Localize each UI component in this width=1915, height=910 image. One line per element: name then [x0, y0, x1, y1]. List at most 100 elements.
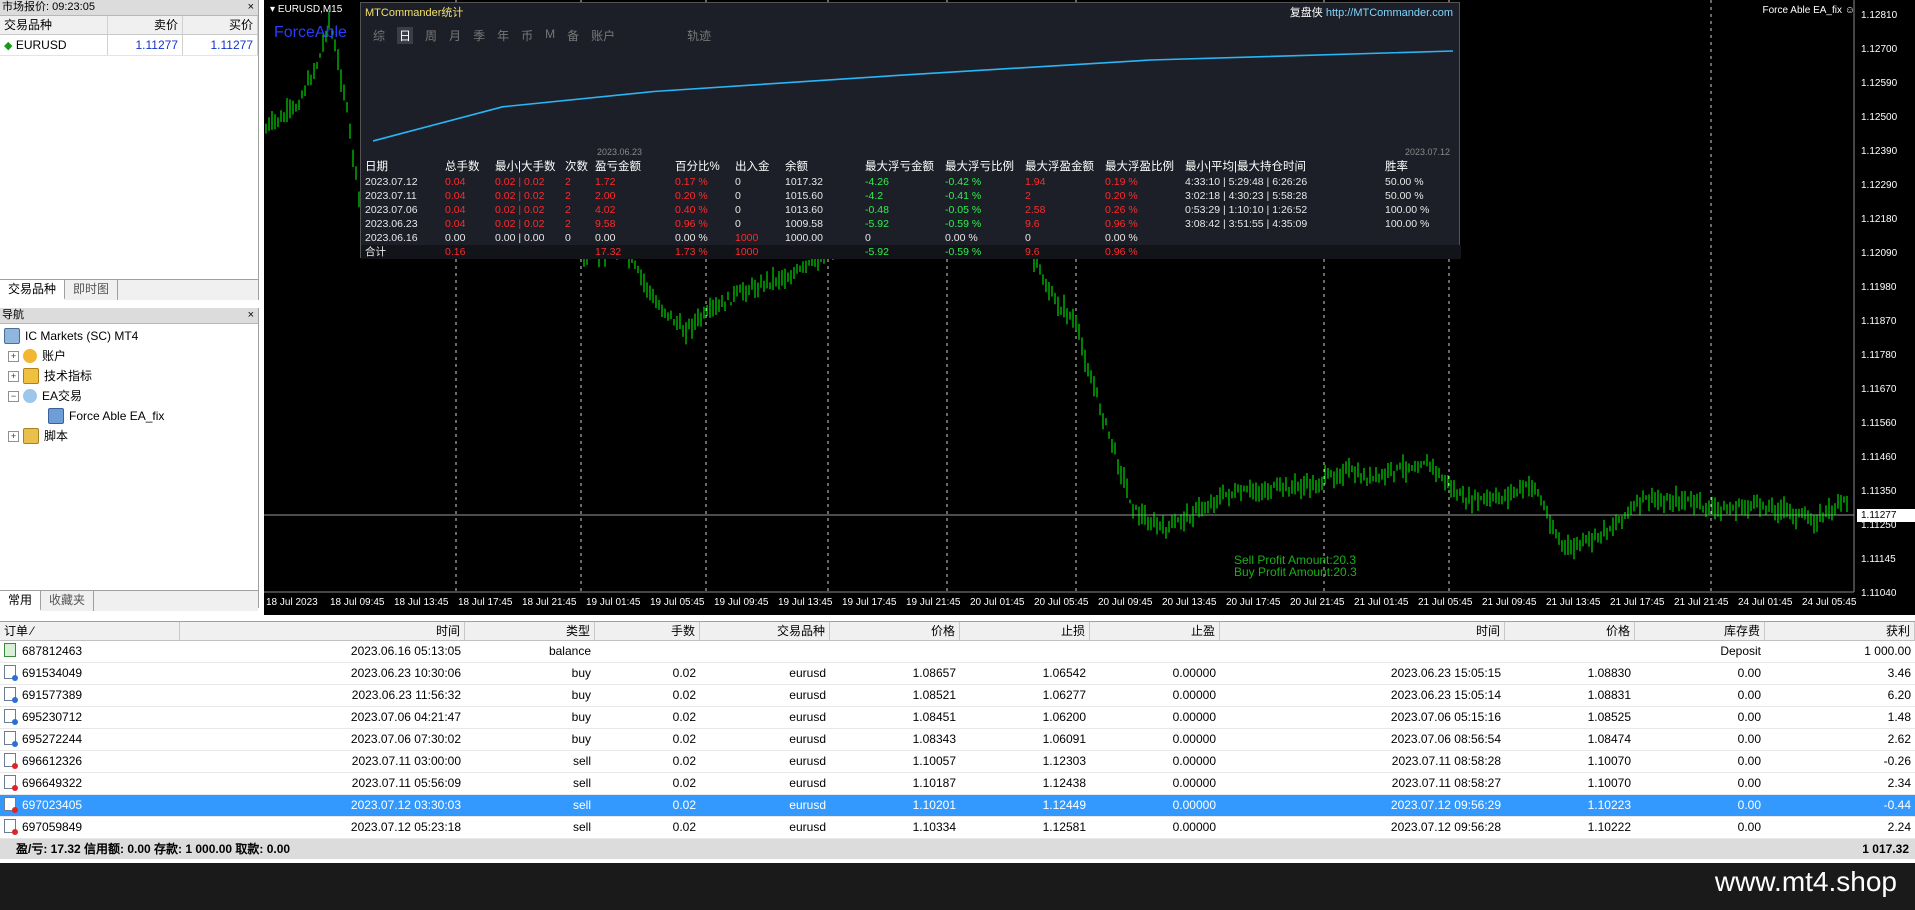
- tree-root-broker[interactable]: IC Markets (SC) MT4: [0, 326, 258, 346]
- period-tab[interactable]: 综: [373, 27, 385, 44]
- history-col-header[interactable]: 交易品种: [700, 622, 830, 640]
- history-col-header[interactable]: 时间: [180, 622, 465, 640]
- stats-cell: -5.92: [865, 246, 889, 258]
- period-tabs: 综日周月季年币 M 备账户 轨迹: [373, 27, 711, 44]
- table-row[interactable]: 697023405 2023.07.12 03:30:03 sell 0.02 euru…: [0, 795, 1915, 817]
- table-row[interactable]: 697059849 2023.07.12 05:23:18 sell 0.02 euru…: [0, 817, 1915, 839]
- equity-line: [373, 50, 1453, 142]
- tree-item-accounts[interactable]: + 账户: [0, 346, 258, 366]
- table-row[interactable]: 696612326 2023.07.11 03:00:00 sell 0.02 euru…: [0, 751, 1915, 773]
- table-row[interactable]: 695230712 2023.07.06 04:21:47 buy 0.02 eurus…: [0, 707, 1915, 729]
- stats-cell: 2: [565, 204, 571, 216]
- expand-icon[interactable]: +: [8, 430, 19, 442]
- tab-common[interactable]: 常用: [0, 591, 42, 611]
- stats-cell: 2023.07.11: [365, 190, 417, 202]
- stats-cell: 0: [735, 218, 741, 230]
- cell-sl: 1.06200: [1042, 710, 1086, 724]
- expand-icon[interactable]: +: [8, 370, 19, 382]
- link-url: http://MTCommander.com: [1325, 7, 1453, 19]
- stats-cell: 0.40 %: [675, 204, 708, 216]
- period-tab[interactable]: 季: [473, 27, 485, 44]
- cell-symbol: [700, 641, 830, 662]
- expand-icon[interactable]: +: [8, 350, 19, 362]
- time-label: 21 Jul 21:45: [1674, 597, 1729, 608]
- cell-price: 1.10334: [912, 820, 956, 834]
- mtcommander-link[interactable]: 复盘侠 http://MTCommander.com: [1290, 3, 1453, 23]
- period-tab[interactable]: 轨迹: [687, 27, 711, 44]
- tree-item-scripts[interactable]: + 脚本: [0, 426, 258, 446]
- expert-icon: [23, 389, 37, 403]
- table-row[interactable]: 691577389 2023.06.23 11:56:32 buy 0.02 eurus…: [0, 685, 1915, 707]
- stats-cell: 1.73 %: [675, 246, 708, 258]
- stats-cell: 4.02: [595, 204, 616, 216]
- history-col-header[interactable]: 止盈: [1090, 622, 1220, 640]
- price-level: 1.11460: [1861, 452, 1897, 463]
- period-tab[interactable]: 周: [425, 27, 437, 44]
- history-col-header[interactable]: 类型: [465, 622, 595, 640]
- cell-id: 687812463: [0, 641, 180, 662]
- history-col-header[interactable]: 价格: [830, 622, 960, 640]
- period-tab[interactable]: 月: [449, 27, 461, 44]
- order-sell-icon: [4, 819, 18, 835]
- history-col-header[interactable]: 手数: [595, 622, 700, 640]
- history-col-header[interactable]: 订单 ⁄: [0, 622, 180, 640]
- indicator-icon: [23, 368, 39, 384]
- cell-time: 2023.07.12 03:30:03: [350, 798, 461, 812]
- collapse-icon[interactable]: −: [8, 390, 19, 402]
- stats-cell: 0.00 | 0.00: [495, 232, 545, 244]
- cell-id: 691577389: [0, 685, 180, 706]
- table-row[interactable]: 687812463 2023.06.16 05:13:05 balance Depos…: [0, 641, 1915, 663]
- cell-profit: 2.24: [1887, 820, 1911, 834]
- cell-swap: 0.00: [1737, 666, 1761, 680]
- tree-item-indicators[interactable]: + 技术指标: [0, 366, 258, 386]
- cell-ctime: 2023.07.11 08:58:27: [1391, 776, 1501, 790]
- cell-symbol: eurusd: [789, 798, 826, 812]
- cell-tp: 0.00000: [1172, 798, 1216, 812]
- stats-cell: 2: [1025, 190, 1031, 202]
- order-buy-icon: [4, 709, 18, 725]
- tab-tick-chart[interactable]: 即时图: [65, 280, 119, 300]
- time-label: 21 Jul 17:45: [1610, 597, 1665, 608]
- tree-item-ea[interactable]: Force Able EA_fix: [0, 406, 258, 426]
- stats-cell: 4:33:10 | 5:29:48 | 6:26:26: [1185, 176, 1308, 188]
- stats-total-row: 合计 0.16 17.32 1.73 % 1000 -5.92 -0.59 % 9.6 0.96…: [361, 245, 1461, 259]
- col-bid[interactable]: 卖价: [108, 16, 183, 34]
- period-tab[interactable]: 账户: [591, 27, 615, 44]
- stats-cell: 3:02:18 | 4:30:23 | 5:58:28: [1185, 190, 1308, 202]
- history-col-header[interactable]: 价格: [1505, 622, 1635, 640]
- stats-cell: 3:08:42 | 3:51:55 | 4:35:09: [1185, 218, 1308, 230]
- period-tab[interactable]: 币: [521, 27, 533, 44]
- time-label: 20 Jul 13:45: [1162, 597, 1217, 608]
- table-row[interactable]: 695272244 2023.07.06 07:30:02 buy 0.02 eurus…: [0, 729, 1915, 751]
- stats-cell: 0: [565, 232, 571, 244]
- close-icon[interactable]: ×: [248, 308, 254, 323]
- close-icon[interactable]: ×: [248, 0, 254, 15]
- col-ask[interactable]: 买价: [183, 16, 258, 34]
- price-level: 1.11040: [1861, 588, 1897, 599]
- stats-cell: 0: [1025, 232, 1031, 244]
- cell-swap: 0.00: [1737, 776, 1761, 790]
- cell-profit: 2.34: [1887, 776, 1911, 790]
- col-symbol[interactable]: 交易品种: [0, 16, 108, 34]
- period-tab[interactable]: M: [545, 27, 555, 44]
- history-col-header[interactable]: 止损: [960, 622, 1090, 640]
- history-col-header[interactable]: 时间: [1220, 622, 1505, 640]
- tab-symbols[interactable]: 交易品种: [0, 280, 66, 300]
- period-tab[interactable]: 年: [497, 27, 509, 44]
- tab-favorites[interactable]: 收藏夹: [41, 591, 95, 611]
- history-col-header[interactable]: 获利: [1765, 622, 1915, 640]
- price-level: 1.11980: [1861, 282, 1897, 293]
- time-label: 20 Jul 05:45: [1034, 597, 1089, 608]
- history-col-header[interactable]: 库存费: [1635, 622, 1765, 640]
- table-row[interactable]: 696649322 2023.07.11 05:56:09 sell 0.02 euru…: [0, 773, 1915, 795]
- navigator-tree: IC Markets (SC) MT4 + 账户 + 技术指标 − EA交易 F…: [0, 324, 258, 446]
- cell-profit: -0.26: [1883, 754, 1911, 768]
- ea-status[interactable]: Force Able EA_fix ☺: [1763, 5, 1855, 16]
- period-tab[interactable]: 日: [397, 27, 414, 44]
- period-tab[interactable]: 备: [567, 27, 579, 44]
- stats-cell: 9.58: [595, 218, 616, 230]
- tree-item-experts[interactable]: − EA交易: [0, 386, 258, 406]
- symbol-row[interactable]: ◆ EURUSD 1.11277 1.11277: [0, 35, 258, 56]
- table-row[interactable]: 691534049 2023.06.23 10:30:06 buy 0.02 eurus…: [0, 663, 1915, 685]
- stats-col-header: 最大浮盈比例: [1105, 161, 1174, 173]
